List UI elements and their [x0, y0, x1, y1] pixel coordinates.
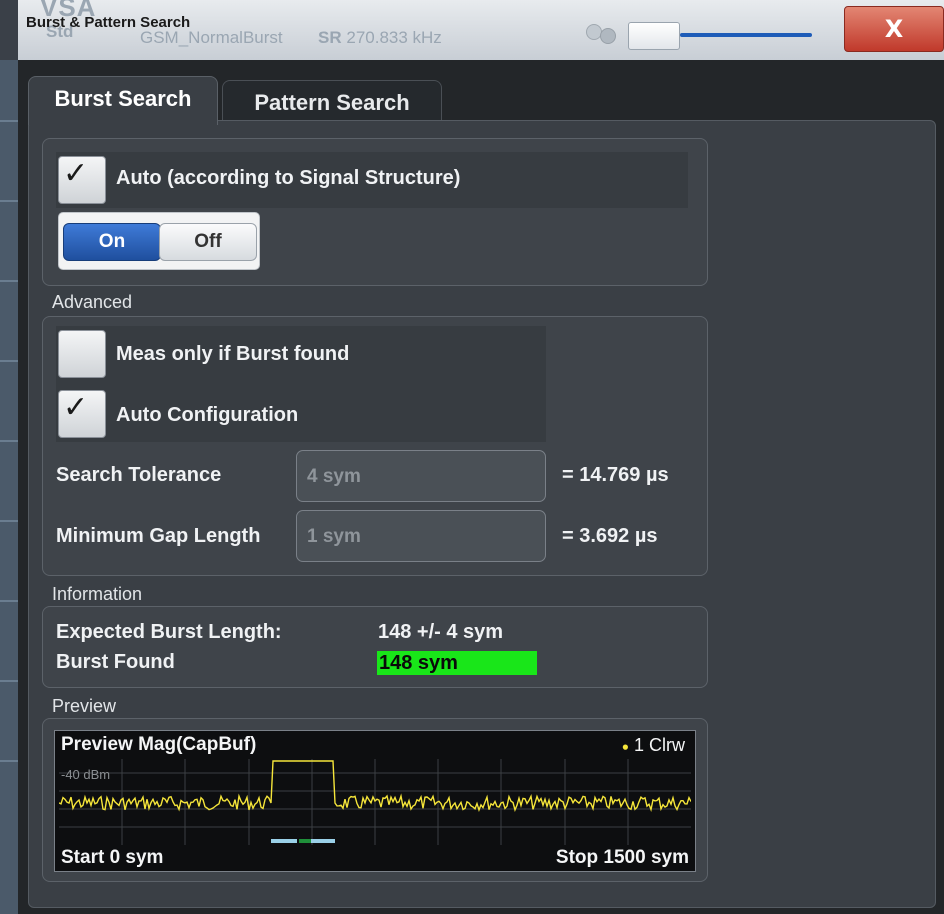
information-group: [42, 606, 708, 688]
background-std-value: GSM_NormalBurst: [140, 28, 283, 47]
preview-window: Preview Mag(CapBuf) ● 1 Clrw -40 dBm Sta…: [54, 730, 696, 872]
search-tolerance-time: = 14.769 µs: [562, 464, 669, 486]
min-gap-time: = 3.692 µs: [562, 525, 658, 547]
preview-title: Preview Mag(CapBuf): [61, 734, 257, 755]
close-button[interactable]: X: [844, 6, 944, 52]
burst-found-value: 148 sym: [377, 651, 537, 675]
meas-only-label: Meas only if Burst found: [116, 343, 350, 365]
search-tolerance-label: Search Tolerance: [56, 464, 222, 486]
tab-burst-search[interactable]: Burst Search: [28, 76, 218, 125]
burst-marker-right: [311, 839, 335, 843]
transparency-slider-track[interactable]: [680, 33, 812, 37]
trace-label: 1 Clrw: [633, 735, 685, 755]
off-button[interactable]: Off: [159, 223, 257, 261]
burst-marker-left: [271, 839, 297, 843]
background-sr-value: 270.833 kHz: [346, 28, 442, 47]
preview-plot: [59, 759, 691, 845]
auto-label: Auto (according to Signal Structure): [116, 167, 461, 189]
trace-dot-icon: ●: [621, 739, 629, 754]
auto-toggle: On Off: [58, 212, 260, 270]
background-left-panel: [0, 60, 18, 914]
background-sr: SR 270.833 kHz: [318, 28, 442, 48]
preview-start-label: Start 0 sym: [61, 847, 164, 868]
expected-burst-value: 148 +/- 4 sym: [378, 621, 504, 643]
advanced-group-label: Advanced: [52, 292, 133, 312]
preview-group-label: Preview: [52, 696, 117, 716]
information-group-label: Information: [52, 584, 143, 604]
min-gap-label: Minimum Gap Length: [56, 525, 261, 547]
trace-indicator: ● 1 Clrw: [622, 735, 685, 756]
checkmark-icon: ✓: [63, 156, 89, 191]
background-sr-label: SR: [318, 28, 342, 47]
auto-checkbox[interactable]: ✓: [58, 156, 106, 204]
preview-stop-label: Stop 1500 sym: [555, 847, 689, 868]
window-title: Burst & Pattern Search: [26, 14, 191, 31]
ref-level-label: -40 dBm: [61, 767, 111, 782]
transparency-slider-thumb[interactable]: [628, 22, 680, 50]
burst-marker-center: [299, 839, 311, 843]
expected-burst-label: Expected Burst Length:: [56, 621, 282, 643]
burst-found-label: Burst Found: [56, 651, 175, 673]
search-tolerance-input[interactable]: 4 sym: [296, 450, 546, 502]
meas-only-checkbox[interactable]: [58, 330, 106, 378]
tab-pattern-search[interactable]: Pattern Search: [222, 80, 442, 125]
auto-config-label: Auto Configuration: [116, 404, 299, 426]
on-button[interactable]: On: [63, 223, 161, 261]
checkmark-icon: ✓: [63, 390, 89, 425]
transparency-icon-secondary: [600, 28, 616, 44]
min-gap-input[interactable]: 1 sym: [296, 510, 546, 562]
auto-config-checkbox[interactable]: ✓: [58, 390, 106, 438]
